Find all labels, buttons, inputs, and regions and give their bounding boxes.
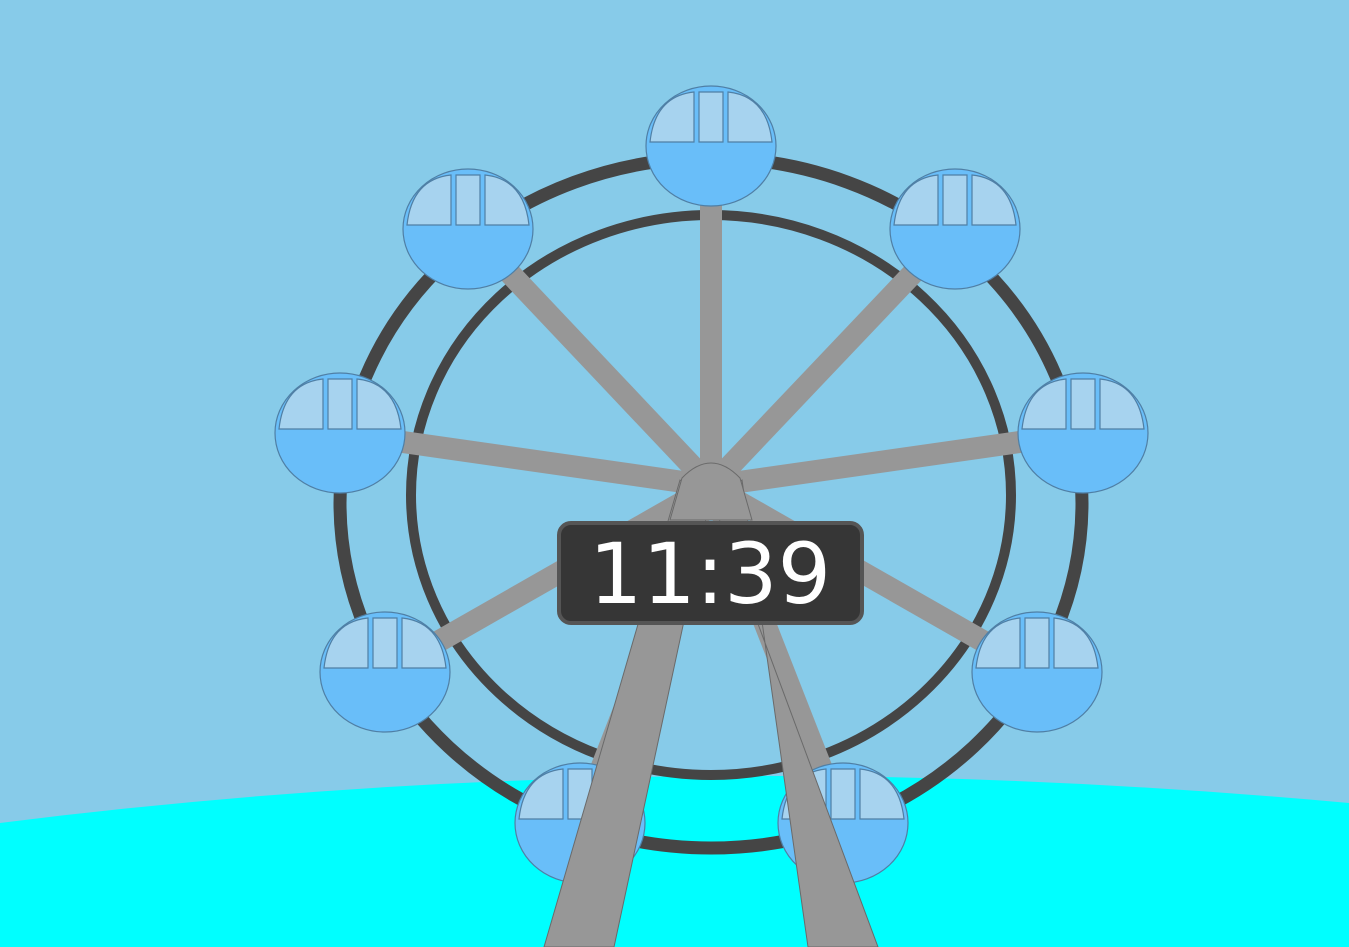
cabin-window-middle xyxy=(942,174,968,226)
ferris-cabin xyxy=(402,168,534,290)
cabin-window-middle xyxy=(372,617,398,669)
cabin-window-middle xyxy=(1070,378,1096,430)
cabin-window-middle xyxy=(830,768,856,820)
cabin-window-middle xyxy=(455,174,481,226)
ferris-cabin xyxy=(889,168,1021,290)
ferris-cabin xyxy=(645,85,777,207)
clock-time: 11:39 xyxy=(589,525,831,623)
ferris-cabin xyxy=(971,611,1103,733)
cabin-window-middle xyxy=(1024,617,1050,669)
ferris-wheel-scene: 11:39 xyxy=(0,0,1349,947)
ferris-cabin xyxy=(274,372,406,494)
ferris-cabin xyxy=(1017,372,1149,494)
cabin-window-middle xyxy=(327,378,353,430)
cabin-window-middle xyxy=(698,91,724,143)
ferris-cabin xyxy=(319,611,451,733)
ground xyxy=(0,775,1349,947)
clock-display: 11:39 xyxy=(557,521,864,625)
